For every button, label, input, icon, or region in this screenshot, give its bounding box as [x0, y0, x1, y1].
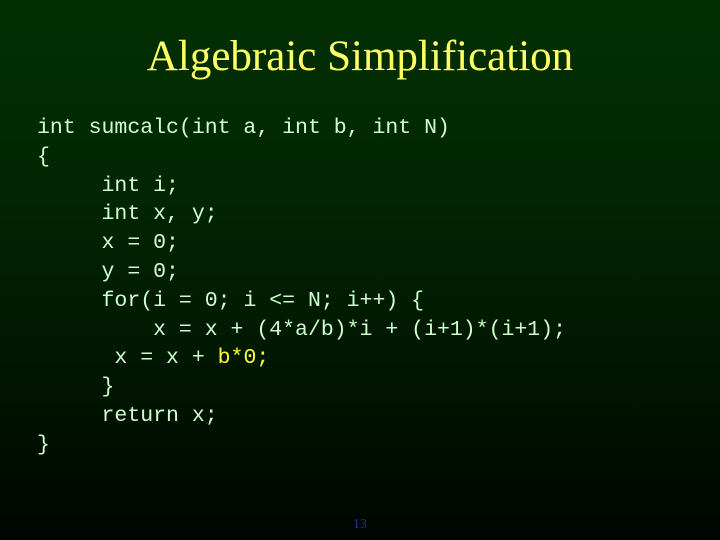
code-line: } [101, 375, 115, 400]
code-line: x = 0; [101, 231, 179, 256]
code-line: int i; [101, 173, 179, 198]
code-line: } [37, 432, 50, 457]
code-line: int x, y; [101, 202, 218, 227]
slide-number: 13 [353, 517, 367, 532]
code-line: for(i = 0; i <= N; i++) { [101, 288, 425, 313]
slide-title: Algebraic Simplification [146, 33, 574, 80]
code-line-highlighted: x = x + b*0; [114, 346, 270, 371]
code-line: return x; [101, 403, 218, 428]
code-line: x = x + (4*a/b)*i + (i+1)*(i+1); [153, 317, 566, 342]
code-line: { [37, 144, 50, 169]
code-block: int sumcalc(int a, int b, int N) { int i;… [37, 114, 566, 460]
code-line: y = 0; [101, 259, 179, 284]
code-line: int sumcalc(int a, int b, int N) [37, 116, 450, 140]
highlighted-expression: b*0 [217, 346, 257, 371]
